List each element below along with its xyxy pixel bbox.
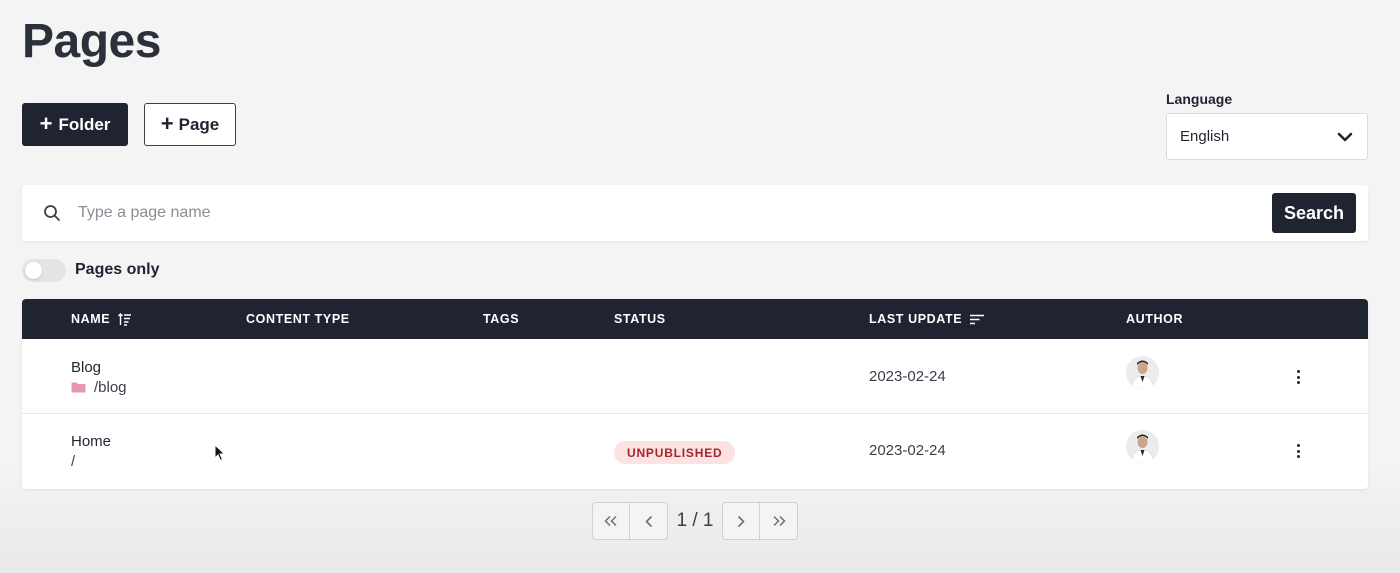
avatar [1126, 430, 1159, 463]
page-indicator: 1 / 1 [676, 510, 714, 531]
add-folder-button[interactable]: + Folder [22, 103, 128, 146]
plus-icon: + [39, 110, 53, 136]
page-path-text: / [71, 453, 76, 470]
chevron-left-icon [644, 515, 652, 527]
double-chevron-right-icon [772, 515, 786, 527]
table-row[interactable]: Blog /blog 2023-02-24 [22, 339, 1368, 414]
language-selected-value: English [1180, 128, 1230, 145]
column-label: TAGS [483, 312, 520, 326]
plus-icon: + [160, 110, 174, 136]
last-page-button[interactable] [760, 502, 798, 540]
column-label: AUTHOR [1126, 312, 1184, 326]
add-page-button[interactable]: + Page [144, 103, 236, 146]
pages-only-label: Pages only [75, 261, 160, 278]
mouse-cursor-icon [214, 444, 226, 462]
search-bar: Search [22, 185, 1368, 241]
column-label: LAST UPDATE [869, 312, 963, 326]
page-title: Pages [22, 15, 161, 68]
table-header: NAME CONTENT TYPE TAGS STATUS LAST UPDAT… [22, 299, 1368, 339]
page-path: /blog [71, 379, 127, 396]
language-select[interactable]: English [1166, 113, 1368, 160]
pages-only-toggle[interactable] [22, 259, 66, 282]
search-icon [44, 205, 60, 221]
last-update: 2023-02-24 [869, 442, 946, 459]
page-path-text: /blog [94, 379, 127, 396]
page-name[interactable]: Blog [71, 359, 101, 376]
previous-page-button[interactable] [630, 502, 668, 540]
column-label: CONTENT TYPE [246, 312, 350, 326]
double-chevron-left-icon [604, 515, 617, 527]
search-input[interactable] [78, 197, 1258, 229]
page-path: / [71, 453, 75, 470]
more-vertical-icon[interactable] [1290, 441, 1306, 461]
chevron-right-icon [737, 515, 745, 527]
next-page-button[interactable] [722, 502, 760, 540]
column-label: STATUS [614, 312, 666, 326]
add-page-label: Page [178, 114, 220, 134]
add-folder-label: Folder [58, 114, 111, 134]
search-button[interactable]: Search [1272, 193, 1356, 233]
sort-icon [118, 312, 132, 326]
column-header-last-update[interactable]: LAST UPDATE [869, 312, 985, 326]
chevron-down-icon [1337, 132, 1353, 141]
first-page-button[interactable] [592, 502, 630, 540]
more-vertical-icon[interactable] [1290, 367, 1306, 387]
last-update: 2023-02-24 [869, 368, 946, 385]
status-badge: UNPUBLISHED [614, 441, 736, 464]
column-label: NAME [71, 312, 111, 326]
folder-icon [71, 382, 86, 393]
column-header-author: AUTHOR [1126, 312, 1183, 326]
toggle-knob [25, 262, 42, 279]
column-header-tags: TAGS [483, 312, 519, 326]
sort-icon [970, 314, 985, 324]
page-name[interactable]: Home [71, 433, 111, 450]
column-header-content-type: CONTENT TYPE [246, 312, 350, 326]
language-label: Language [1166, 91, 1233, 107]
pagination: 1 / 1 [592, 502, 798, 540]
column-header-status: STATUS [614, 312, 666, 326]
column-header-name[interactable]: NAME [71, 312, 132, 326]
avatar [1126, 356, 1159, 389]
